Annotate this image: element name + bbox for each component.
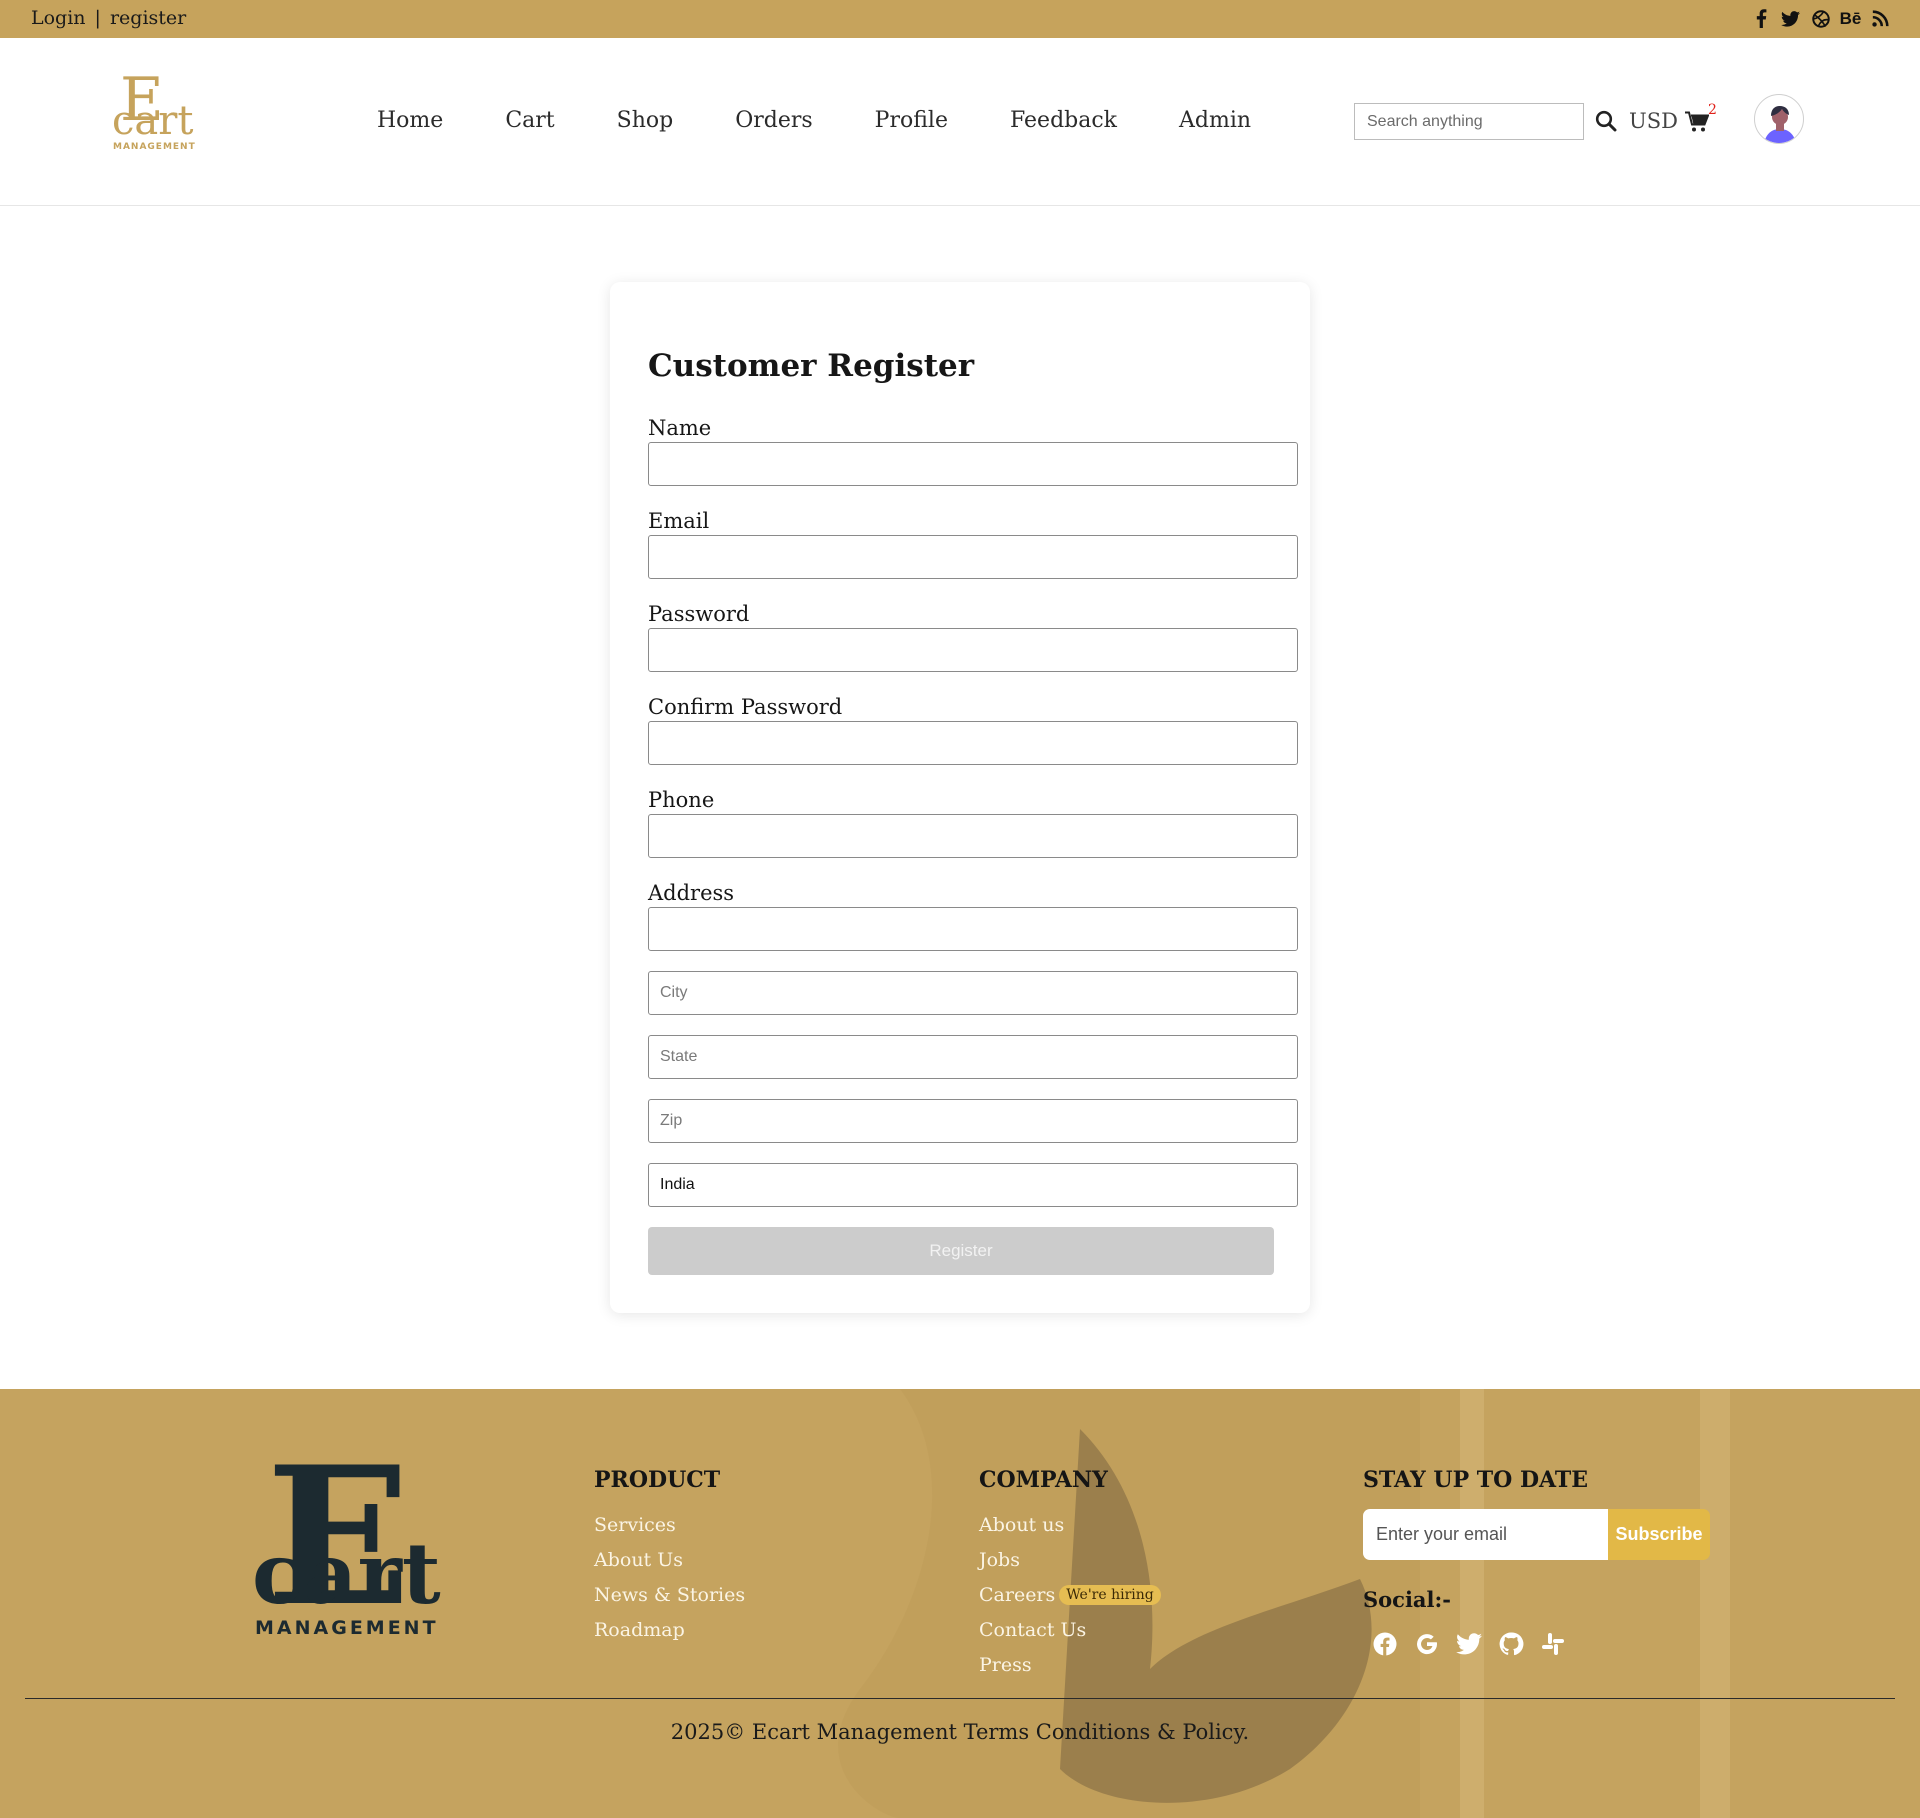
address-label: Address — [648, 881, 735, 905]
name-label: Name — [648, 416, 712, 440]
footer-link-news-stories[interactable]: News & Stories — [594, 1584, 745, 1606]
rss-icon[interactable] — [1871, 9, 1890, 28]
search-input[interactable] — [1354, 103, 1584, 140]
footer-link-press[interactable]: Press — [979, 1654, 1032, 1676]
careers-row: Careers We're hiring — [979, 1584, 1161, 1606]
email-field[interactable] — [648, 535, 1298, 579]
logo-word: cart — [112, 98, 193, 144]
newsletter-heading: STAY UP TO DATE — [1363, 1467, 1589, 1493]
site-footer: E cart MANAGEMENT PRODUCT Services About… — [0, 1389, 1920, 1818]
phone-label: Phone — [648, 788, 715, 812]
footer-link-services[interactable]: Services — [594, 1514, 676, 1536]
currency-selector[interactable]: USD — [1629, 109, 1678, 133]
top-social-links: Bē — [1751, 9, 1890, 28]
site-header: E cart MANAGEMENT Home Cart Shop Orders … — [0, 38, 1920, 206]
copyright-text: 2025© Ecart Management Terms Conditions … — [670, 1720, 1250, 1744]
register-link[interactable]: register — [110, 7, 186, 29]
twitter-icon[interactable] — [1781, 9, 1800, 28]
social-heading: Social:- — [1363, 1587, 1451, 1612]
footer-link-about[interactable]: About us — [979, 1514, 1064, 1536]
nav-feedback[interactable]: Feedback — [1010, 108, 1117, 133]
nav-orders[interactable]: Orders — [735, 108, 812, 133]
behance-icon[interactable]: Bē — [1840, 9, 1862, 28]
nav-profile[interactable]: Profile — [875, 108, 948, 133]
footer-link-careers[interactable]: Careers — [979, 1584, 1055, 1606]
footer-link-about-us[interactable]: About Us — [594, 1549, 683, 1571]
phone-field[interactable] — [648, 814, 1298, 858]
dribbble-icon[interactable] — [1811, 9, 1830, 28]
footer-logo[interactable]: E cart MANAGEMENT — [252, 1425, 448, 1648]
logo-tagline: MANAGEMENT — [113, 142, 196, 152]
top-bar: Login | register Bē — [0, 0, 1920, 38]
nav-cart[interactable]: Cart — [505, 108, 554, 133]
register-card: Customer Register Name Email Password Co… — [610, 282, 1310, 1313]
main-nav: Home Cart Shop Orders Profile Feedback A… — [377, 108, 1313, 133]
zip-field[interactable] — [648, 1099, 1298, 1143]
logo[interactable]: E cart MANAGEMENT — [112, 65, 198, 152]
nav-admin[interactable]: Admin — [1179, 108, 1251, 133]
hiring-badge: We're hiring — [1059, 1585, 1161, 1605]
footer-divider — [25, 1698, 1895, 1699]
footer-logo-word: cart — [252, 1524, 441, 1623]
nav-home[interactable]: Home — [377, 108, 443, 133]
footer-link-jobs[interactable]: Jobs — [979, 1549, 1020, 1571]
google-icon[interactable] — [1414, 1631, 1440, 1657]
name-field[interactable] — [648, 442, 1298, 486]
footer-link-roadmap[interactable]: Roadmap — [594, 1619, 685, 1641]
password-field[interactable] — [648, 628, 1298, 672]
footer-link-contact[interactable]: Contact Us — [979, 1619, 1086, 1641]
email-label: Email — [648, 509, 710, 533]
confirm-password-field[interactable] — [648, 721, 1298, 765]
auth-links: Login | register — [31, 7, 186, 29]
login-link[interactable]: Login — [31, 7, 86, 29]
subscribe-button[interactable]: Subscribe — [1608, 1509, 1710, 1560]
state-field[interactable] — [648, 1035, 1298, 1079]
footer-logo-tagline: MANAGEMENT — [255, 1617, 439, 1637]
country-field[interactable] — [648, 1163, 1298, 1207]
nav-shop[interactable]: Shop — [617, 108, 674, 133]
password-label: Password — [648, 602, 750, 626]
slack-icon[interactable] — [1540, 1631, 1566, 1657]
facebook-icon[interactable] — [1751, 9, 1770, 28]
avatar[interactable] — [1754, 94, 1804, 144]
confirm-password-label: Confirm Password — [648, 695, 843, 719]
footer-social-links — [1372, 1631, 1566, 1657]
register-button[interactable]: Register — [648, 1227, 1274, 1275]
facebook-icon[interactable] — [1372, 1631, 1398, 1657]
company-heading: COMPANY — [979, 1467, 1108, 1493]
cart-icon[interactable] — [1685, 111, 1710, 133]
twitter-icon[interactable] — [1456, 1631, 1482, 1657]
newsletter-email-input[interactable] — [1363, 1509, 1608, 1560]
address-field[interactable] — [648, 907, 1298, 951]
product-heading: PRODUCT — [594, 1467, 721, 1493]
page-title: Customer Register — [648, 348, 975, 384]
cart-count-badge: 2 — [1708, 102, 1717, 118]
auth-separator: | — [94, 7, 101, 29]
city-field[interactable] — [648, 971, 1298, 1015]
search-icon[interactable] — [1595, 110, 1617, 132]
github-icon[interactable] — [1498, 1631, 1524, 1657]
